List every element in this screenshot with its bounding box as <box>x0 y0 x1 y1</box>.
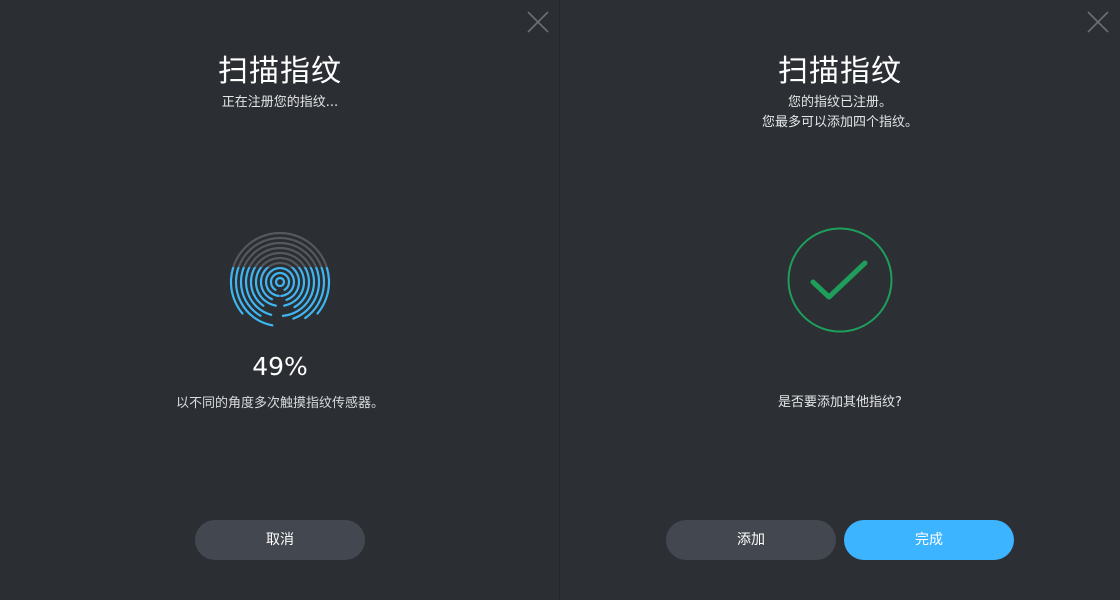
fingerprint-icon <box>227 226 333 332</box>
done-button[interactable]: 完成 <box>844 520 1014 560</box>
enrolled-status-text: 您的指纹已注册。 您最多可以添加四个指纹。 <box>560 93 1120 133</box>
page-title: 扫描指纹 <box>218 54 342 89</box>
close-icon[interactable] <box>1086 10 1110 34</box>
scan-panel: 扫描指纹 正在注册您的指纹... 49% 以不同的角度多次触摸指纹传感器。 取消 <box>0 0 560 600</box>
enrolled-message: 您的指纹已注册。 <box>787 95 892 110</box>
add-button[interactable]: 添加 <box>666 520 836 560</box>
enrolling-status-text: 正在注册您的指纹... <box>221 95 339 110</box>
done-panel: 扫描指纹 您的指纹已注册。 您最多可以添加四个指纹。 是否要添加其他指纹? 添加… <box>560 0 1120 600</box>
progress-percent: 49% <box>252 352 308 381</box>
close-icon[interactable] <box>526 10 550 34</box>
max-fingerprints-message: 您最多可以添加四个指纹。 <box>761 115 918 130</box>
fingerprint-ridge <box>253 251 307 268</box>
checkmark-circle-icon <box>787 227 893 333</box>
scan-hint-text: 以不同的角度多次触摸指纹传感器。 <box>175 396 384 411</box>
add-another-question: 是否要添加其他指纹? <box>778 395 902 410</box>
fingerprint-enrollment-screen: 扫描指纹 正在注册您的指纹... 49% 以不同的角度多次触摸指纹传感器。 取消… <box>0 0 1120 600</box>
fingerprint-ridge <box>242 241 318 268</box>
page-title: 扫描指纹 <box>778 54 902 89</box>
fingerprint-ridge <box>274 276 286 288</box>
cancel-button[interactable]: 取消 <box>195 520 365 560</box>
fingerprint-ridge <box>269 271 291 291</box>
